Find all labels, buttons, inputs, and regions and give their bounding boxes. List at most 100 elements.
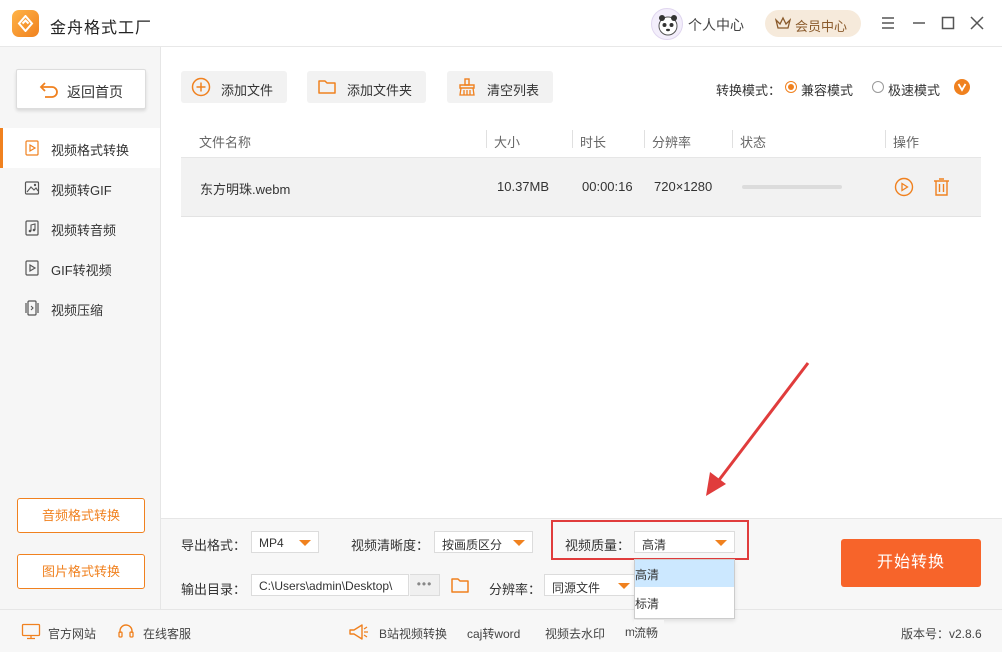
- file-duration: 00:00:16: [582, 179, 633, 194]
- vip-badge-icon: [954, 79, 970, 95]
- image-format-convert-button[interactable]: 图片格式转换: [17, 554, 145, 589]
- compat-mode-label[interactable]: 兼容模式: [801, 80, 853, 99]
- mode-label: 转换模式：: [716, 83, 782, 98]
- crown-icon: [775, 16, 791, 29]
- back-arrow-icon: [39, 82, 58, 98]
- resolution-select[interactable]: 同源文件: [544, 574, 638, 596]
- file-name: 东方明珠.webm: [200, 182, 291, 197]
- title-bar: 金舟格式工厂 个人中心 会员中心: [0, 0, 1002, 47]
- maximize-icon[interactable]: [939, 14, 957, 32]
- add-file-label: 添加文件: [221, 83, 274, 98]
- sidebar-item-label: GIF转视频: [51, 263, 112, 278]
- compress-icon: [25, 300, 39, 316]
- plus-circle-icon: [191, 77, 211, 97]
- add-folder-label: 添加文件夹: [347, 83, 413, 98]
- play-icon[interactable]: [894, 177, 914, 197]
- output-dir-input[interactable]: C:\Users\admin\Desktop\: [251, 574, 409, 596]
- export-format-label: 导出格式：: [181, 538, 247, 553]
- vip-center-label: 会员中心: [795, 19, 848, 34]
- quality-option-standard[interactable]: 标清: [635, 589, 734, 616]
- open-folder-icon[interactable]: [450, 576, 470, 594]
- column-header-actions: 操作: [893, 135, 920, 150]
- play-file-icon: [25, 260, 39, 276]
- caj-to-word-link[interactable]: caj转word: [467, 625, 520, 642]
- start-convert-button[interactable]: 开始转换: [841, 539, 981, 587]
- megaphone-icon: [349, 624, 368, 640]
- column-divider: [644, 130, 645, 148]
- music-file-icon: [25, 220, 39, 236]
- column-divider: [885, 130, 886, 148]
- quality-option-label: 标清: [635, 597, 660, 611]
- output-dir-value: C:\Users\admin\Desktop\: [259, 579, 393, 593]
- sidebar-item-video-to-audio[interactable]: 视频转音频: [0, 208, 160, 248]
- clear-list-button[interactable]: 清空列表: [447, 71, 553, 103]
- browse-button[interactable]: •••: [410, 574, 440, 596]
- online-support-link[interactable]: 在线客服: [143, 625, 191, 642]
- quality-option-high[interactable]: 高清: [635, 560, 734, 587]
- table-row[interactable]: 东方明珠.webm 10.37MB 00:00:16 720×1280: [181, 158, 981, 217]
- resolution-label: 分辨率：: [489, 582, 542, 597]
- file-resolution: 720×1280: [654, 179, 713, 194]
- app-logo-icon: [12, 10, 39, 37]
- output-dir-label: 输出目录：: [181, 582, 247, 597]
- column-header-size: 大小: [494, 135, 521, 150]
- quality-highlight-box: [551, 520, 749, 560]
- export-format-select[interactable]: MP4: [251, 531, 319, 553]
- add-file-button[interactable]: 添加文件: [181, 71, 287, 103]
- headset-icon: [118, 624, 134, 638]
- monitor-icon: [21, 623, 41, 640]
- annotation-arrow-icon: [706, 362, 810, 496]
- column-divider: [732, 130, 733, 148]
- clarity-label: 视频清晰度：: [351, 538, 430, 553]
- minimize-icon[interactable]: [910, 14, 928, 32]
- remove-watermark-link[interactable]: 视频去水印: [545, 625, 605, 642]
- resolution-value: 同源文件: [552, 581, 601, 595]
- vip-center-button[interactable]: 会员中心: [765, 10, 861, 37]
- column-header-resolution: 分辨率: [652, 135, 692, 150]
- clarity-select[interactable]: 按画质区分: [434, 531, 533, 553]
- chevron-down-icon: [299, 540, 311, 546]
- compat-mode-radio[interactable]: [785, 81, 797, 93]
- broom-icon: [459, 78, 475, 96]
- quality-option-label: 流畅: [634, 626, 659, 640]
- image-icon: [24, 181, 40, 195]
- sidebar-item-label: 视频格式转换: [51, 143, 130, 158]
- column-header-status: 状态: [740, 135, 767, 150]
- quality-option-label: 高清: [635, 568, 660, 582]
- sidebar-item-label: 视频压缩: [51, 303, 104, 318]
- clarity-value: 按画质区分: [442, 538, 503, 552]
- quality-dropdown: 高清 标清: [634, 559, 735, 619]
- sidebar-item-label: 视频转GIF: [51, 183, 112, 198]
- export-format-value: MP4: [259, 536, 284, 550]
- sidebar-item-video-to-gif[interactable]: 视频转GIF: [0, 168, 160, 208]
- audio-format-convert-button[interactable]: 音频格式转换: [17, 498, 145, 533]
- menu-icon[interactable]: [879, 14, 897, 32]
- version-label: 版本号：v2.8.6: [901, 627, 982, 641]
- sidebar-item-video-compress[interactable]: 视频压缩: [0, 288, 160, 328]
- home-label: 返回首页: [67, 84, 123, 100]
- close-icon[interactable]: [968, 14, 986, 32]
- home-button[interactable]: 返回首页: [16, 69, 146, 109]
- video-file-icon: [25, 140, 39, 156]
- sidebar-item-label: 视频转音频: [51, 223, 117, 238]
- folder-icon: [318, 80, 336, 94]
- bilibili-convert-link[interactable]: B站视频转换: [379, 625, 447, 642]
- personal-center-link[interactable]: 个人中心: [688, 15, 744, 35]
- status-bar: 官方网站 在线客服 B站视频转换 caj转word 视频去水印 m 版本号：v2…: [0, 609, 1002, 652]
- fast-mode-label[interactable]: 极速模式: [888, 80, 940, 99]
- column-divider: [572, 130, 573, 148]
- sidebar: 返回首页 视频格式转换 视频转GIF 视频转音频 GIF转视频 视频压缩 音频格…: [0, 47, 161, 609]
- sidebar-item-gif-to-video[interactable]: GIF转视频: [0, 248, 160, 288]
- dropdown-overflow-item[interactable]: 流畅: [634, 620, 664, 640]
- delete-icon[interactable]: [932, 177, 951, 197]
- official-website-link[interactable]: 官方网站: [48, 625, 96, 642]
- column-header-duration: 时长: [580, 135, 607, 150]
- avatar[interactable]: [651, 8, 683, 40]
- chevron-down-icon: [618, 583, 630, 589]
- add-folder-button[interactable]: 添加文件夹: [307, 71, 426, 103]
- app-title: 金舟格式工厂: [50, 20, 153, 37]
- column-header-name: 文件名称: [199, 135, 252, 150]
- sidebar-item-video-format[interactable]: 视频格式转换: [0, 128, 160, 168]
- file-size: 10.37MB: [497, 179, 550, 194]
- fast-mode-radio[interactable]: [872, 81, 884, 93]
